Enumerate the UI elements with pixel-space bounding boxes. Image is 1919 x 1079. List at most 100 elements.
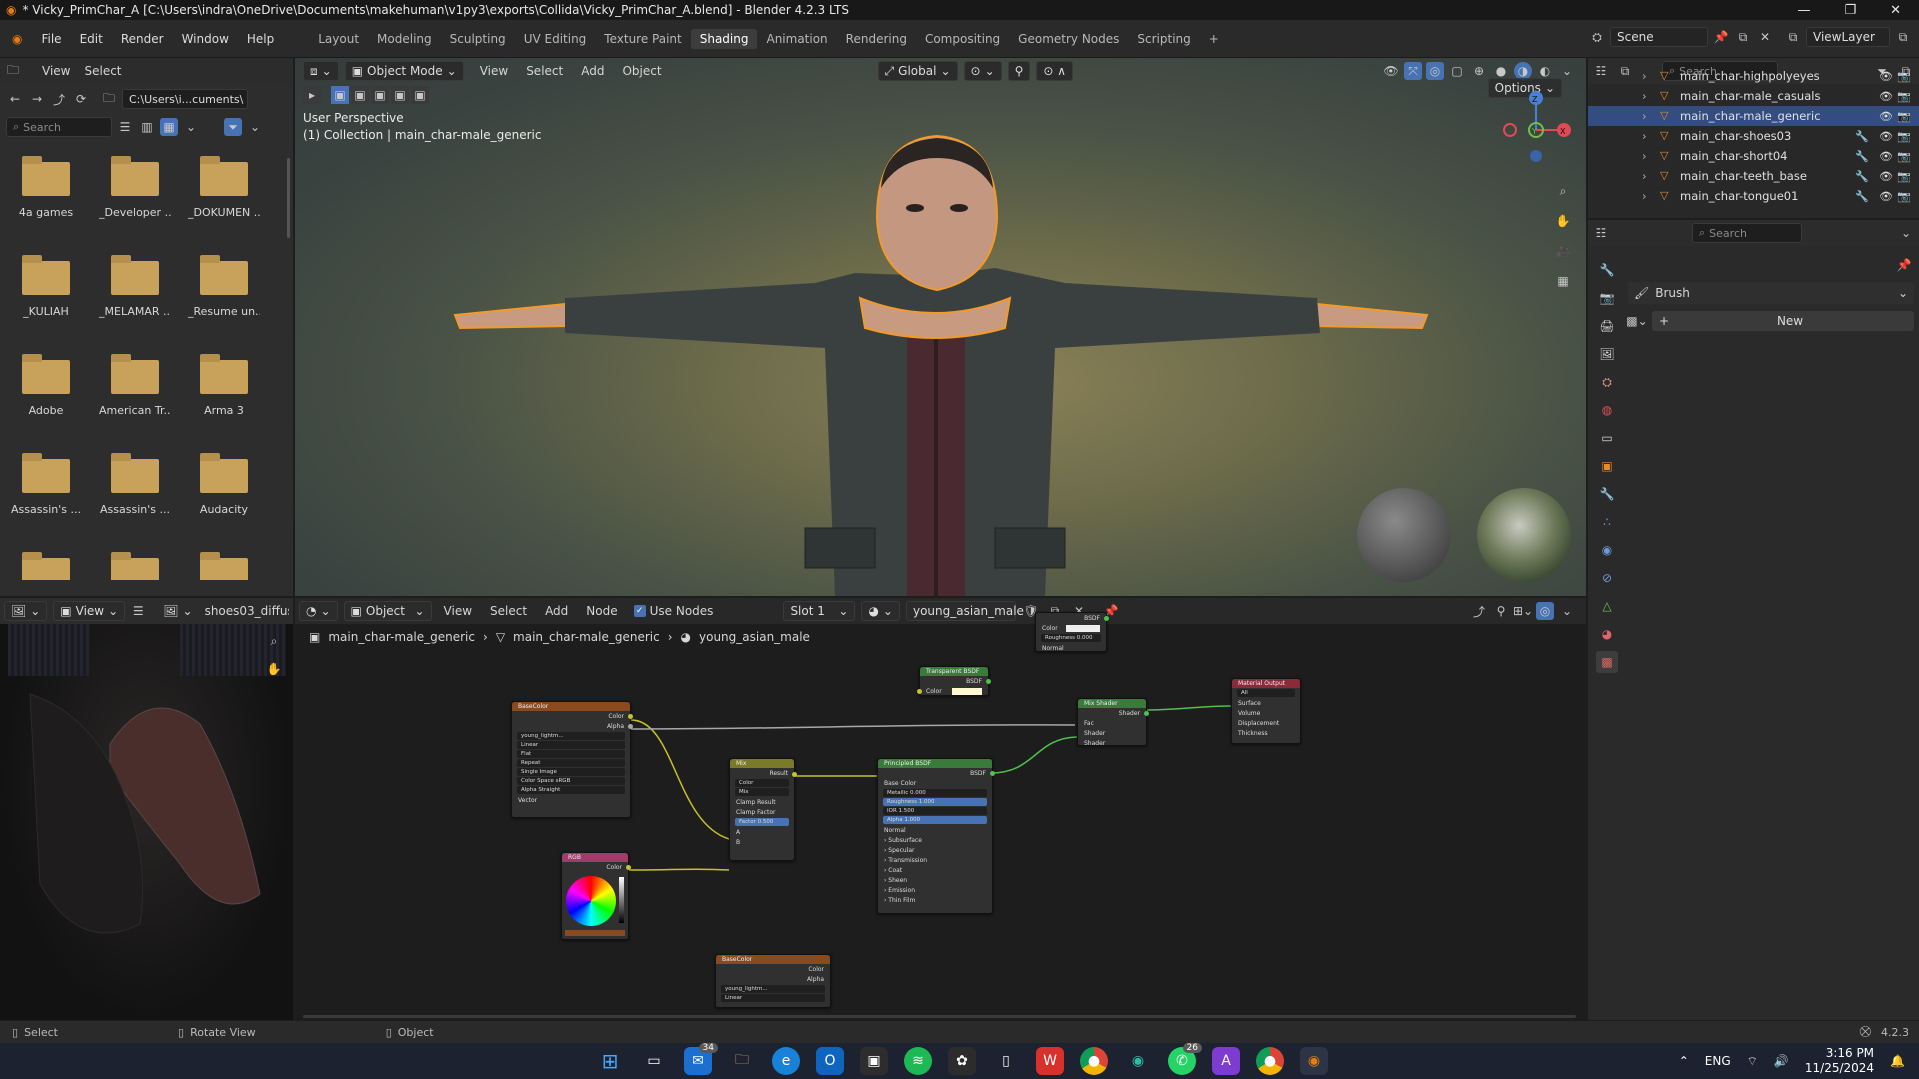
bsdf-roughness-field[interactable]: Roughness 0.000 <box>1041 634 1101 642</box>
tab-animation[interactable]: Animation <box>757 29 836 49</box>
new-folder-icon[interactable]: 🗀 <box>100 90 118 108</box>
render-camera-icon[interactable]: 📷 <box>1897 150 1911 163</box>
tab-sculpting[interactable]: Sculpting <box>441 29 515 49</box>
blender-menu-icon[interactable]: ◉ <box>12 32 22 46</box>
add-workspace-button[interactable]: + <box>1200 29 1228 49</box>
detail-view-icon[interactable]: ▥ <box>138 118 156 136</box>
interpolation-field[interactable]: Linear <box>517 741 625 749</box>
mix-factor-field[interactable]: Factor 0.500 <box>735 818 789 826</box>
principled-panel-subsurface[interactable]: › Subsurface <box>878 835 992 845</box>
expand-arrow-icon[interactable]: › <box>1642 69 1654 83</box>
folder-item[interactable]: Assassin's ... <box>10 453 82 516</box>
image2-interp-field[interactable]: Linear <box>721 994 825 1002</box>
output-socket[interactable] <box>990 771 995 776</box>
folder-item[interactable]: American Tr... <box>99 354 171 417</box>
parent-dir-icon[interactable]: ⤴ <box>50 90 68 108</box>
chrome-icon[interactable]: ● <box>1080 1047 1108 1075</box>
expand-arrow-icon[interactable]: › <box>1642 169 1654 183</box>
image-name[interactable]: shoes03_diffuse.p <box>205 604 289 618</box>
output-socket[interactable] <box>628 724 633 729</box>
folder-item[interactable]: Arma 3 <box>188 354 260 417</box>
output-socket[interactable] <box>1104 616 1109 621</box>
menu-edit[interactable]: Edit <box>71 32 112 46</box>
image-datablock-field[interactable]: young_lightm... <box>517 732 625 740</box>
folder-item[interactable]: 4a games <box>10 156 82 219</box>
outliner-item[interactable]: › ▽ main_char-short04 🔧 👁 📷 <box>1588 146 1919 166</box>
file-browser-menu-view[interactable]: View <box>42 64 70 78</box>
folder-item[interactable]: _Resume un... <box>188 255 260 318</box>
path-field[interactable]: C:\Users\i...cuments\ <box>122 89 248 109</box>
properties-options-icon[interactable]: ⌄ <box>1897 224 1915 242</box>
menu-window[interactable]: Window <box>173 32 238 46</box>
menu-file[interactable]: File <box>32 32 70 46</box>
modifier-tab-icon[interactable]: 🔧 <box>1596 483 1618 505</box>
minimize-icon[interactable]: — <box>1797 3 1810 18</box>
expand-arrow-icon[interactable]: › <box>1642 129 1654 143</box>
wifi-icon[interactable]: ⌔ <box>1747 1054 1758 1069</box>
tab-texture-paint[interactable]: Texture Paint <box>595 29 690 49</box>
render-camera-icon[interactable]: 📷 <box>1897 190 1911 203</box>
expand-arrow-icon[interactable]: › <box>1642 189 1654 203</box>
volume-icon[interactable]: 🔊 <box>1774 1054 1789 1068</box>
principled-bsdf-node[interactable]: Principled BSDF BSDF Base Color Metallic… <box>877 758 995 914</box>
color-wheel[interactable] <box>566 876 616 926</box>
outliner-item[interactable]: › ▽ main_char-shoes03 🔧 👁 📷 <box>1588 126 1919 146</box>
notification-bell-icon[interactable]: 🔔 <box>1890 1054 1905 1068</box>
object-tab-icon[interactable]: ▣ <box>1596 455 1618 477</box>
collection-tab-icon[interactable]: ▭ <box>1596 427 1618 449</box>
list-view-icon[interactable]: ☰ <box>116 118 134 136</box>
output-socket[interactable] <box>1144 711 1149 716</box>
tab-scripting[interactable]: Scripting <box>1128 29 1199 49</box>
input-socket[interactable] <box>917 689 922 694</box>
mix-blend-field[interactable]: Mix <box>735 788 789 796</box>
document-icon[interactable]: ▯ <box>992 1047 1020 1075</box>
folder-item[interactable]: _KULIAH <box>10 255 82 318</box>
transparent-bsdf-node[interactable]: Transparent BSDF BSDF Color <box>917 666 991 696</box>
material-output-node[interactable]: Material Output All Surface Volume Displac… <box>1231 678 1301 744</box>
render-camera-icon[interactable]: 📷 <box>1897 90 1911 103</box>
editor-type-icon[interactable]: 🗀 <box>4 62 22 80</box>
alpha-mode-field[interactable]: Alpha Straight <box>517 786 625 794</box>
folder-item[interactable] <box>10 552 82 580</box>
folder-item[interactable]: Assassin's ... <box>99 453 171 516</box>
alpha-field[interactable]: Alpha 1.000 <box>883 816 987 824</box>
outliner-item[interactable]: › ▽ main_char-teeth_base 🔧 👁 📷 <box>1588 166 1919 186</box>
source-field[interactable]: Single Image <box>517 768 625 776</box>
back-icon[interactable]: ← <box>6 90 24 108</box>
outliner-item[interactable]: › ▽ main_char-male_casualsuit05 👁 📷 <box>1588 86 1919 106</box>
scene-tab-icon[interactable]: ⛭ <box>1596 371 1618 393</box>
tab-layout[interactable]: Layout <box>309 29 368 49</box>
projection-field[interactable]: Flat <box>517 750 625 758</box>
data-tab-icon[interactable]: △ <box>1596 595 1618 617</box>
properties-search-input[interactable]: ⌕ Search <box>1692 223 1802 243</box>
viewport-3d[interactable]: ⧈ ⌄ ▣ Object Mode ⌄ View Select Add Object ⤢ Gl… <box>295 58 1586 596</box>
output-socket[interactable] <box>792 772 797 777</box>
folder-item[interactable] <box>99 552 171 580</box>
tab-compositing[interactable]: Compositing <box>916 29 1009 49</box>
colorspace-field[interactable]: Color Space sRGB <box>517 777 625 785</box>
windows-start-icon[interactable]: ⊞ <box>596 1047 624 1075</box>
constraints-tab-icon[interactable]: ⊘ <box>1596 567 1618 589</box>
wps-office-icon[interactable]: W <box>1036 1047 1064 1075</box>
refresh-icon[interactable]: ⟳ <box>72 90 90 108</box>
roughness-field[interactable]: Roughness 1.000 <box>883 798 987 806</box>
expand-arrow-icon[interactable]: › <box>1642 149 1654 163</box>
image-browse-button[interactable]: 🖼 ⌄ <box>157 601 198 621</box>
whatsapp-icon[interactable]: ✆ 26 <box>1168 1043 1202 1075</box>
extension-field[interactable]: Repeat <box>517 759 625 767</box>
spotify-icon[interactable]: ≋ <box>904 1047 932 1075</box>
folder-item[interactable]: _DOKUMEN ... <box>188 156 260 219</box>
visibility-eye-icon[interactable]: 👁 <box>1879 70 1893 83</box>
clamp-factor-toggle[interactable]: Clamp Factor <box>730 807 794 817</box>
tab-uv-editing[interactable]: UV Editing <box>515 29 596 49</box>
blender-taskbar-icon[interactable]: ◉ <box>1300 1047 1328 1075</box>
render-camera-icon[interactable]: 📷 <box>1897 130 1911 143</box>
task-view-icon[interactable]: ▭ <box>640 1047 668 1075</box>
tool-tab-icon[interactable]: 🔧 <box>1596 259 1618 281</box>
texture-tab-icon[interactable]: ▩ <box>1596 651 1618 673</box>
navigation-gizmo[interactable]: Z X Y <box>1496 90 1576 170</box>
color-swatch[interactable] <box>1066 624 1100 632</box>
image-mode-button[interactable]: ▣ View ⌄ <box>53 601 126 621</box>
visibility-eye-icon[interactable]: 👁 <box>1879 90 1893 103</box>
new-view-layer-icon[interactable]: ⧉ <box>1894 28 1912 46</box>
